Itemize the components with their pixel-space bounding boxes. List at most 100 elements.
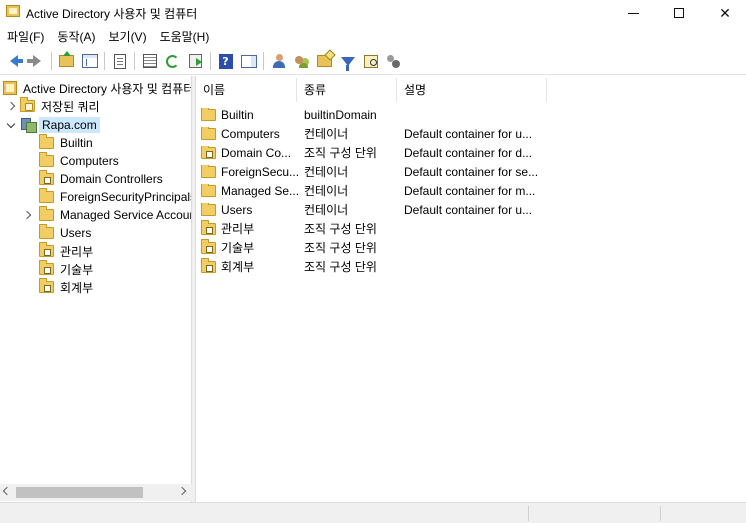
refresh-button[interactable] bbox=[163, 51, 183, 71]
menu-file[interactable]: 파일(F) bbox=[2, 26, 52, 48]
app-icon bbox=[6, 5, 20, 17]
tree-pane: Active Directory 사용자 및 컴퓨터 저장된 쿼리 Rapa.c… bbox=[0, 76, 192, 502]
list-item[interactable]: ForeignSecu... 컨테이너 Default container fo… bbox=[196, 162, 746, 181]
tree-item-label: Rapa.com bbox=[39, 117, 100, 133]
tree-item-root[interactable]: Active Directory 사용자 및 컴퓨터 bbox=[3, 79, 192, 97]
column-header-description[interactable]: 설명 bbox=[397, 78, 547, 102]
item-type: 조직 구성 단위 bbox=[304, 222, 377, 236]
tree-item-foreign-security-principals[interactable]: ForeignSecurityPrincipals bbox=[39, 188, 192, 206]
item-name: 기술부 bbox=[221, 241, 255, 255]
list-button[interactable] bbox=[140, 51, 160, 71]
export-list-icon bbox=[142, 54, 157, 68]
menu-action[interactable]: 동작(A) bbox=[52, 26, 103, 48]
help-button[interactable]: ? bbox=[216, 51, 236, 71]
toolbar-separator bbox=[263, 52, 264, 70]
ou-folder-icon bbox=[201, 220, 216, 235]
find-icon bbox=[363, 54, 378, 68]
tree-item-label: Managed Service Accounts bbox=[60, 208, 192, 222]
item-name: Users bbox=[221, 202, 253, 217]
item-type: 컨테이너 bbox=[304, 127, 349, 141]
saved-query-folder-icon bbox=[20, 97, 35, 112]
new-ou-button[interactable] bbox=[315, 51, 335, 71]
new-user-icon bbox=[271, 53, 287, 69]
tree-item-builtin[interactable]: Builtin bbox=[39, 134, 93, 152]
new-group-button[interactable] bbox=[292, 51, 312, 71]
collapse-chevron-icon[interactable] bbox=[6, 119, 16, 130]
find-button[interactable] bbox=[361, 51, 381, 71]
column-header-type[interactable]: 종류 bbox=[297, 78, 397, 102]
item-type: 조직 구성 단위 bbox=[304, 241, 377, 255]
item-type: 컨테이너 bbox=[304, 203, 349, 217]
item-description: Default container for se... bbox=[404, 164, 539, 179]
menu-bar: 파일(F) 동작(A) 보기(V) 도움말(H) bbox=[0, 26, 746, 48]
expand-chevron-icon[interactable] bbox=[22, 210, 32, 220]
new-group-icon bbox=[294, 53, 310, 69]
export-button[interactable] bbox=[186, 51, 206, 71]
ou-folder-icon bbox=[39, 260, 54, 275]
up-one-level-button[interactable] bbox=[57, 51, 77, 71]
tree-item-label: ForeignSecurityPrincipals bbox=[60, 190, 192, 204]
ou-folder-icon bbox=[201, 239, 216, 254]
maximize-button[interactable] bbox=[656, 0, 702, 26]
folder-icon bbox=[39, 224, 54, 239]
action-pane-icon bbox=[240, 54, 257, 68]
list-item[interactable]: Domain Co... 조직 구성 단위 Default container … bbox=[196, 143, 746, 162]
properties-button[interactable] bbox=[110, 51, 130, 71]
forward-button[interactable] bbox=[26, 51, 47, 71]
item-description: Default container for m... bbox=[404, 183, 536, 198]
tree-item-label: Active Directory 사용자 및 컴퓨터 bbox=[23, 81, 192, 96]
ou-folder-icon bbox=[201, 258, 216, 273]
list-item[interactable]: Builtin builtinDomain bbox=[196, 105, 746, 124]
help-icon: ? bbox=[218, 53, 233, 69]
list-item[interactable]: 기술부 조직 구성 단위 bbox=[196, 238, 746, 257]
tree-item-ou-management[interactable]: 관리부 bbox=[39, 242, 93, 260]
item-name: Computers bbox=[221, 126, 280, 141]
tree-item-ou-technology[interactable]: 기술부 bbox=[39, 260, 93, 278]
list-item[interactable]: Computers 컨테이너 Default container for u..… bbox=[196, 124, 746, 143]
back-button[interactable] bbox=[4, 51, 24, 71]
tree-item-label: 저장된 쿼리 bbox=[41, 99, 100, 114]
scroll-left-icon[interactable] bbox=[2, 486, 12, 496]
menu-help[interactable]: 도움말(H) bbox=[155, 26, 218, 48]
list-item[interactable]: Managed Se... 컨테이너 Default container for… bbox=[196, 181, 746, 200]
show-tree-icon bbox=[81, 54, 98, 68]
new-user-button[interactable] bbox=[269, 51, 289, 71]
action-pane-button[interactable] bbox=[239, 51, 259, 71]
item-name: ForeignSecu... bbox=[221, 164, 300, 179]
list-item[interactable]: 관리부 조직 구성 단위 bbox=[196, 219, 746, 238]
folder-icon bbox=[201, 164, 216, 178]
list-item[interactable]: 회계부 조직 구성 단위 bbox=[196, 257, 746, 276]
folder-icon bbox=[201, 202, 216, 216]
forward-icon bbox=[26, 55, 41, 67]
toolbar-separator bbox=[134, 52, 135, 70]
new-ou-icon bbox=[317, 55, 332, 67]
expand-chevron-icon[interactable] bbox=[6, 101, 16, 111]
ou-folder-icon bbox=[39, 242, 54, 257]
minimize-button[interactable] bbox=[610, 0, 656, 26]
scrollbar-thumb[interactable] bbox=[16, 487, 143, 498]
item-name: 회계부 bbox=[221, 260, 255, 274]
scroll-right-icon[interactable] bbox=[177, 486, 187, 496]
tree-item-saved-queries[interactable]: 저장된 쿼리 bbox=[6, 97, 100, 115]
tree-horizontal-scrollbar[interactable] bbox=[0, 484, 192, 501]
folder-icon bbox=[39, 188, 54, 203]
filter-button[interactable] bbox=[338, 51, 358, 71]
title-bar: Active Directory 사용자 및 컴퓨터 ✕ bbox=[0, 0, 746, 26]
tree-item-users[interactable]: Users bbox=[39, 224, 91, 242]
menu-view[interactable]: 보기(V) bbox=[103, 26, 154, 48]
item-type: 조직 구성 단위 bbox=[304, 260, 377, 274]
tree-item-ou-accounting[interactable]: 회계부 bbox=[39, 278, 93, 296]
close-button[interactable]: ✕ bbox=[702, 0, 746, 26]
list-item[interactable]: Users 컨테이너 Default container for u... bbox=[196, 200, 746, 219]
tree-item-managed-service-accounts[interactable]: Managed Service Accounts bbox=[22, 206, 192, 224]
tree-item-label: Builtin bbox=[60, 136, 93, 150]
delegate-button[interactable] bbox=[384, 51, 404, 71]
toolbar-separator bbox=[51, 52, 52, 70]
column-header-name[interactable]: 이름 bbox=[196, 78, 297, 102]
show-hide-tree-button[interactable] bbox=[80, 51, 100, 71]
tree-item-domain-controllers[interactable]: Domain Controllers bbox=[39, 170, 163, 188]
tree-item-computers[interactable]: Computers bbox=[39, 152, 119, 170]
tree-item-domain[interactable]: Rapa.com bbox=[6, 116, 100, 134]
tree-item-label: Users bbox=[60, 226, 92, 240]
item-name: 관리부 bbox=[221, 222, 255, 236]
